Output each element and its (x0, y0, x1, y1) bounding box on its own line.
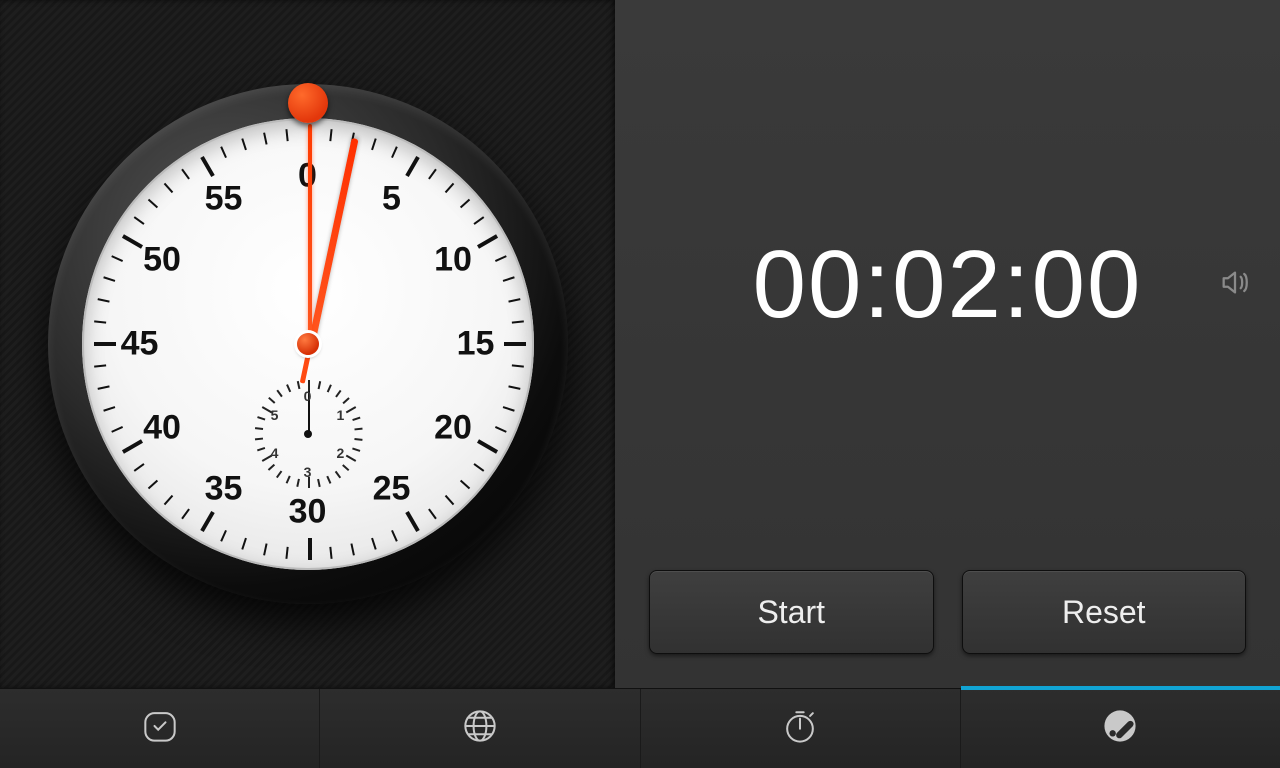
stopwatch-panel: // placeholder so structure is readable;… (0, 0, 615, 688)
timer-panel: 00:02:00 Start Reset (615, 0, 1280, 688)
sub-dial-numeral: 0 (304, 388, 312, 404)
tab-world-clock[interactable] (320, 689, 640, 768)
dial-numeral: 45 (121, 325, 159, 364)
start-button[interactable]: Start (649, 570, 934, 654)
tab-stopwatch[interactable] (641, 689, 961, 768)
dial-numeral: 50 (143, 241, 181, 280)
stopwatch-dial[interactable]: // placeholder so structure is readable;… (48, 84, 568, 604)
sound-icon[interactable] (1218, 266, 1252, 305)
dial-numeral: 5 (382, 179, 401, 218)
dial-crown[interactable] (288, 83, 328, 123)
timer-wand-icon (1098, 704, 1142, 753)
sub-dial-numeral: 5 (271, 407, 279, 423)
dial-numeral: 10 (434, 241, 472, 280)
tab-timer[interactable] (961, 689, 1280, 768)
reset-button-label: Reset (1062, 594, 1146, 631)
sub-dial: 0 1 2 3 4 5 (248, 374, 368, 494)
dial-numeral: 35 (205, 470, 243, 509)
globe-icon (458, 704, 502, 753)
dial-numeral: 30 (289, 493, 327, 532)
sub-dial-numeral: 1 (337, 407, 345, 423)
dial-numeral: 20 (434, 409, 472, 448)
stopwatch-icon (778, 704, 822, 753)
start-button-label: Start (757, 594, 825, 631)
dial-numeral: 25 (373, 470, 411, 509)
sub-dial-numeral: 3 (304, 464, 312, 480)
reset-button[interactable]: Reset (962, 570, 1247, 654)
sub-dial-numeral: 2 (337, 445, 345, 461)
dial-numeral: 40 (143, 409, 181, 448)
main-area: // placeholder so structure is readable;… (0, 0, 1280, 688)
tab-bar (0, 688, 1280, 768)
sub-dial-numeral: 4 (271, 445, 279, 461)
dial-numeral: 55 (205, 179, 243, 218)
dial-pivot (297, 333, 319, 355)
tab-alarm[interactable] (0, 689, 320, 768)
timer-display-area: 00:02:00 (615, 0, 1280, 570)
dial-numeral: 15 (457, 325, 495, 364)
alarm-clock-icon (138, 704, 182, 753)
timer-buttons: Start Reset (615, 570, 1280, 688)
timer-display[interactable]: 00:02:00 (753, 230, 1143, 340)
second-hand (308, 124, 312, 344)
